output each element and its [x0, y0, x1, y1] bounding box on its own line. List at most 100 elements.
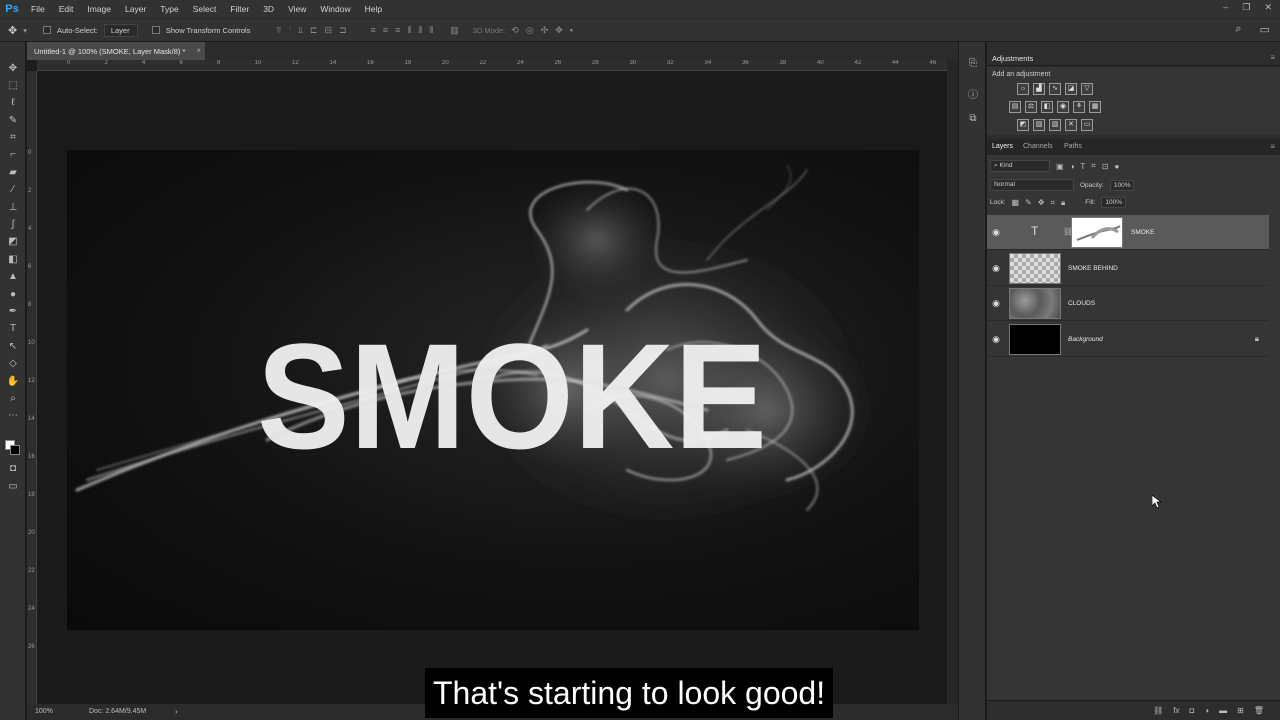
document-canvas[interactable]: SMOKE — [67, 150, 919, 630]
menu-window[interactable]: Window — [313, 4, 357, 14]
photo-filter-icon[interactable]: ◉ — [1057, 101, 1069, 113]
adjustments-title[interactable]: Adjustments — [992, 54, 1033, 63]
fx-icon[interactable]: fx — [1173, 706, 1179, 715]
menu-filter[interactable]: Filter — [223, 4, 256, 14]
new-group-icon[interactable]: ▬ — [1219, 706, 1227, 715]
3d-orbit-icon[interactable]: ⟲ — [511, 25, 519, 36]
zoom-tool-icon[interactable]: ⌕ — [5, 392, 21, 406]
align-top-icon[interactable]: ⫪ — [276, 25, 281, 36]
restore-icon[interactable]: ❐ — [1242, 2, 1250, 13]
3d-slide-icon[interactable]: ✥ — [555, 25, 563, 36]
layer-row-clouds[interactable]: ◉ CLOUDS — [987, 286, 1269, 321]
search-icon[interactable]: ⌕ — [1235, 23, 1241, 36]
healing-brush-tool-icon[interactable]: ▰ — [5, 166, 21, 180]
info-panel-icon[interactable]: ⓘ — [966, 86, 980, 101]
canvas-workspace[interactable]: SMOKE — [37, 71, 947, 704]
auto-select-dropdown[interactable]: Layer — [103, 23, 138, 37]
eyedropper-tool-icon[interactable]: ⌐ — [5, 148, 21, 162]
brush-tool-icon[interactable]: ∕ — [5, 183, 21, 197]
lock-position-icon[interactable]: ✥ — [1038, 198, 1045, 207]
menu-3d[interactable]: 3D — [256, 4, 281, 14]
layer-mask-thumbnail[interactable] — [1071, 217, 1123, 248]
tab-paths[interactable]: Paths — [1064, 143, 1082, 150]
new-layer-icon[interactable]: ⊞ — [1237, 706, 1244, 715]
eye-icon[interactable]: ◉ — [991, 334, 1001, 344]
menu-edit[interactable]: Edit — [52, 4, 81, 14]
color-lookup-icon[interactable]: ▦ — [1089, 101, 1101, 113]
paint-bucket-tool-icon[interactable]: ◧ — [5, 253, 21, 267]
close-tab-icon[interactable]: × — [196, 46, 201, 55]
quick-mask-icon[interactable]: ◘ — [5, 462, 21, 476]
brush-settings-icon[interactable]: ⧉ — [966, 113, 980, 127]
lock-artboard-icon[interactable]: ⌗ — [1051, 198, 1056, 208]
distribute-bottom-icon[interactable]: ≡ — [395, 25, 400, 36]
levels-icon[interactable]: ▟ — [1033, 83, 1045, 95]
eraser-tool-icon[interactable]: ◩ — [5, 235, 21, 249]
filter-adjustment-icon[interactable]: ◑ — [1070, 162, 1075, 171]
history-panel-icon[interactable]: ⎘ — [966, 58, 980, 72]
tool-preset-arrow-icon[interactable]: ▾ — [23, 26, 27, 35]
status-menu-arrow[interactable]: › — [175, 707, 178, 716]
menu-view[interactable]: View — [281, 4, 313, 14]
invert-icon[interactable]: ◩ — [1017, 119, 1029, 131]
menu-layer[interactable]: Layer — [118, 4, 153, 14]
link-layers-icon[interactable]: ⛓ — [1153, 706, 1163, 715]
quick-select-tool-icon[interactable]: ✎ — [5, 114, 21, 128]
layers-menu-icon[interactable]: ≡ — [1270, 142, 1275, 151]
lasso-tool-icon[interactable]: ℓ — [5, 96, 21, 110]
distribute-vcenter-icon[interactable]: ≡ — [383, 25, 388, 36]
vibrance-icon[interactable]: ▽ — [1081, 83, 1093, 95]
auto-align-icon[interactable]: ▥ — [450, 25, 459, 36]
distribute-top-icon[interactable]: ≡ — [371, 25, 376, 36]
move-tool-icon[interactable]: ✥ — [8, 24, 17, 37]
adjustments-menu-icon[interactable]: ≡ — [1270, 53, 1275, 62]
filter-pixel-icon[interactable]: ▣ — [1056, 162, 1064, 171]
eye-icon[interactable]: ◉ — [991, 227, 1001, 237]
pen-tool-icon[interactable]: ✒ — [5, 305, 21, 319]
align-bottom-icon[interactable]: ⫫ — [298, 25, 303, 36]
align-hcenter-icon[interactable]: ⊟ — [324, 25, 332, 36]
menu-file[interactable]: File — [24, 4, 52, 14]
layer-row-smoke[interactable]: ◉ T ⛓ SMOKE — [987, 215, 1269, 250]
distribute-left-icon[interactable]: ⦀ — [407, 25, 411, 36]
opacity-field[interactable]: 100% — [1109, 179, 1135, 191]
align-left-icon[interactable]: ⊏ — [310, 25, 318, 36]
vertical-scrollbar[interactable] — [947, 60, 958, 704]
menu-type[interactable]: Type — [153, 4, 185, 14]
marquee-tool-icon[interactable]: ⬚ — [5, 79, 21, 93]
lock-all-icon[interactable]: 🔒︎ — [1061, 198, 1065, 208]
3d-roll-icon[interactable]: ◎ — [526, 25, 534, 36]
menu-help[interactable]: Help — [358, 4, 389, 14]
type-tool-icon[interactable]: T — [5, 322, 21, 336]
3d-pan-icon[interactable]: ✣ — [541, 25, 549, 36]
lock-transparent-icon[interactable]: ▦ — [1012, 198, 1020, 207]
crop-tool-icon[interactable]: ⌗ — [5, 131, 21, 145]
hand-tool-icon[interactable]: ✋ — [5, 375, 21, 389]
align-right-icon[interactable]: ⊐ — [339, 25, 347, 36]
auto-select-checkbox[interactable] — [42, 26, 51, 34]
kind-filter-dropdown[interactable]: ⌕ Kind — [990, 160, 1050, 172]
shape-tool-icon[interactable]: ◇ — [5, 357, 21, 371]
more-tools-icon[interactable]: ⋯ — [5, 409, 21, 423]
menu-select[interactable]: Select — [186, 4, 224, 14]
distribute-hcenter-icon[interactable]: ⦀ — [418, 25, 422, 36]
document-tab[interactable]: Untitled-1 @ 100% (SMOKE, Layer Mask/8) … — [27, 42, 205, 60]
background-color-swatch[interactable] — [10, 445, 20, 455]
fill-field[interactable]: 100% — [1101, 197, 1127, 208]
show-transform-checkbox[interactable] — [151, 26, 160, 34]
dodge-tool-icon[interactable]: ● — [5, 288, 21, 302]
close-window-icon[interactable]: ✕ — [1264, 2, 1272, 13]
blur-tool-icon[interactable]: ▲ — [5, 270, 21, 284]
move-tool-icon[interactable]: ✥ — [5, 62, 21, 76]
delete-layer-icon[interactable]: 🗑︎ — [1254, 706, 1264, 715]
filter-type-icon[interactable]: T — [1080, 162, 1085, 171]
history-brush-tool-icon[interactable]: ∫ — [5, 218, 21, 232]
selective-color-icon[interactable]: ✕ — [1065, 119, 1077, 131]
eye-icon[interactable]: ◉ — [991, 263, 1001, 273]
layer-row-background[interactable]: ◉ Background 🔒︎ — [987, 322, 1269, 357]
black-white-icon[interactable]: ◧ — [1041, 101, 1053, 113]
menu-image[interactable]: Image — [80, 4, 118, 14]
filter-smart-object-icon[interactable]: ⊡ — [1102, 162, 1109, 171]
curves-icon[interactable]: ∿ — [1049, 83, 1061, 95]
blend-mode-dropdown[interactable]: Normal — [990, 179, 1074, 191]
